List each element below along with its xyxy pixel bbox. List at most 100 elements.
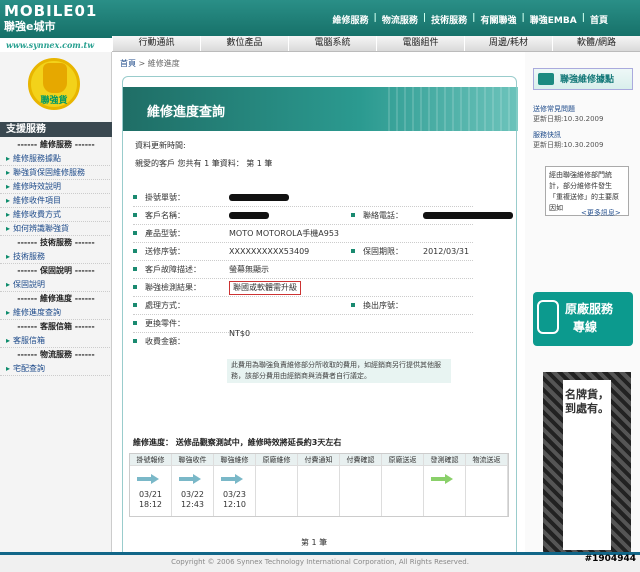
bullet-icon [133,303,137,307]
breadcrumb-current: 維修進度 [147,59,180,68]
bullet-icon [351,249,355,253]
field-label: 處理方式： [145,301,185,310]
oem-service-banner[interactable]: 原廠服務 專線 [533,292,633,346]
sidebar-item[interactable]: 維修服務據點 [0,152,112,166]
redacted-value [423,207,513,225]
field-value: MOTO MOTOROLA手機A953 [229,229,340,238]
hotline-label: 專線 [573,320,598,334]
brand-banner[interactable]: 名牌貨，到處有。 [543,372,631,562]
sidebar-item[interactable]: 維修進度查詢 [0,306,112,320]
field-label: 聯絡電話： [363,211,403,220]
detail-row: 送修序號： XXXXXXXXXX53409 保固期限： 2012/03/31 [133,243,473,261]
top-nav-item[interactable]: 維修服務 [333,13,369,26]
detail-row: 客戶故障描述： 螢幕無顯示 [133,261,473,279]
sidebar-item[interactable]: 維修時效說明 [0,180,112,194]
phone-icon [537,300,559,334]
news-list: 送修常見問題 更新日期:10.30.2009 服務快訊 更新日期:10.30.2… [533,104,633,156]
step-date-day: 03/23 [222,490,247,499]
step-date-day: 03/22 [180,490,205,499]
page: MOBILE01 聯強e城市 維修服務 | 物流服務 | 技術服務 | 有關聯強 | 聯強EMB… [0,0,640,572]
category-tab[interactable]: 行動通訊 [112,36,200,51]
step-date-day: 03/21 [138,490,163,499]
step-name: 發測確認 [424,454,465,466]
progress-step: 原廠維修 [256,454,298,516]
field-label: 客戶故障描述： [145,265,201,274]
bullet-icon [351,303,355,307]
bullet-icon [133,249,137,253]
logo-bottom: 聯強e城市 [4,20,56,33]
detail-row: 處理方式： 換出序號： [133,297,473,315]
breadcrumb: 首頁 > 維修進度 [120,58,180,69]
progress-step: 聯強收件 03/22 12:43 [172,454,214,516]
redaction-bar [423,212,513,219]
sidebar: 聯強貨 支援服務 ------ 維修服務 ------ 維修服務據點聯強貨保固維修… [0,52,112,562]
top-nav-item[interactable]: 首頁 [590,13,608,26]
sidebar-item[interactable]: 客服信箱 [0,334,112,348]
sidebar-group-header: ------ 客服信箱 ------ [17,322,95,331]
category-tab[interactable]: 周邊/耗材 [464,36,552,51]
progress-step: 付費通知 [298,454,340,516]
category-tab[interactable]: 電腦組件 [376,36,464,51]
sidebar-item[interactable]: 技術服務 [0,250,112,264]
nav-separator: | [521,13,525,23]
field-label: 產品型號： [145,229,185,238]
progress-step: 物流送返 [466,454,508,516]
step-date: 03/21 18:12 [130,490,171,510]
sidebar-group-header: ------ 技術服務 ------ [17,238,95,247]
category-tab[interactable]: 軟體/網路 [552,36,640,51]
sidebar-item[interactable]: 宅配查詢 [0,362,112,376]
service-location-button[interactable]: 聯強維修據點 [533,68,633,90]
more-link[interactable]: <更多訊息> [581,208,621,218]
progress-step: 掛號報修 03/21 18:12 [130,454,172,516]
detail-row: 聯強檢測結果： 聯國或軟體需升級 [133,279,473,297]
sidebar-item[interactable]: 維修收費方式 [0,208,112,222]
news-link[interactable]: 服務快訊 [533,130,633,140]
top-nav-item[interactable]: 聯強EMBA [530,13,577,26]
hand-icon [43,63,67,93]
synnex-badge-icon[interactable]: 聯強貨 [28,58,80,110]
arrow-icon [137,474,159,484]
sidebar-item[interactable]: 如何辨識聯強貨 [0,222,112,236]
sidebar-item[interactable]: 維修收件項目 [0,194,112,208]
sidebar-item[interactable]: 保固說明 [0,278,112,292]
bullet-icon [351,213,355,217]
faq-link[interactable]: 送修常見問題 [533,104,633,114]
fee-note: 此費用為聯強負責維修部分所收取的費用，如經銷商另行提供其他服務，該部分費用由經銷… [227,359,451,383]
badge-label: 聯強貨 [40,96,68,106]
site-logo[interactable]: MOBILE01 聯強e城市 [4,2,124,36]
category-tab[interactable]: 電腦系統 [288,36,376,51]
field-label: 保固期限： [363,247,403,256]
detail-row: 收費金額： NT$0 [133,329,473,357]
brand-banner-text: 名牌貨，到處有。 [563,380,611,550]
arrow-icon [221,474,243,484]
step-name: 掛號報修 [130,454,171,466]
detail-row: 客戶名稱： 聯絡電話： [133,207,513,225]
faq-date: 更新日期:10.30.2009 [533,115,604,123]
top-nav-item[interactable]: 物流服務 [382,13,418,26]
header: MOBILE01 聯強e城市 維修服務 | 物流服務 | 技術服務 | 有關聯強 | 聯強EMB… [0,0,640,38]
sidebar-title: 支援服務 [0,122,112,137]
step-name: 付費通知 [298,454,339,466]
nav-separator: | [472,13,476,23]
site-url: www.synnex.com.tw [6,40,95,50]
greeting-text: 親愛的客戶 您共有 1 筆資料： 第 1 筆 [135,159,273,168]
step-name: 原廠維修 [256,454,297,466]
step-name: 付費確認 [340,454,381,466]
sidebar-item[interactable]: 聯強貨保固維修服務 [0,166,112,180]
breadcrumb-home[interactable]: 首頁 [120,59,136,68]
field-value: 螢幕無顯示 [229,265,269,274]
location-icon [538,73,554,85]
main-content: 首頁 > 維修進度 維修進度查詢 資料更新時間: 親愛的客戶 您共有 1 筆資料… [112,52,525,572]
top-nav-item[interactable]: 有關聯強 [480,13,516,26]
top-nav-item[interactable]: 技術服務 [431,13,467,26]
field-value: 聯國或軟體需升級 [229,279,301,297]
progress-title: 維修進度： 送修品觀察測試中，維修時效將延長約3天左右 [133,438,342,447]
inspection-result: 聯國或軟體需升級 [229,281,301,295]
panel-header: 維修進度查詢 [123,87,518,131]
breadcrumb-sep: > [136,59,148,68]
redacted-value [229,207,269,225]
redacted-value [229,189,289,207]
sidebar-list: ------ 維修服務 ------ 維修服務據點聯強貨保固維修服務維修時效說明維… [0,138,112,376]
category-tab[interactable]: 數位產品 [200,36,288,51]
nav-separator: | [581,13,585,23]
